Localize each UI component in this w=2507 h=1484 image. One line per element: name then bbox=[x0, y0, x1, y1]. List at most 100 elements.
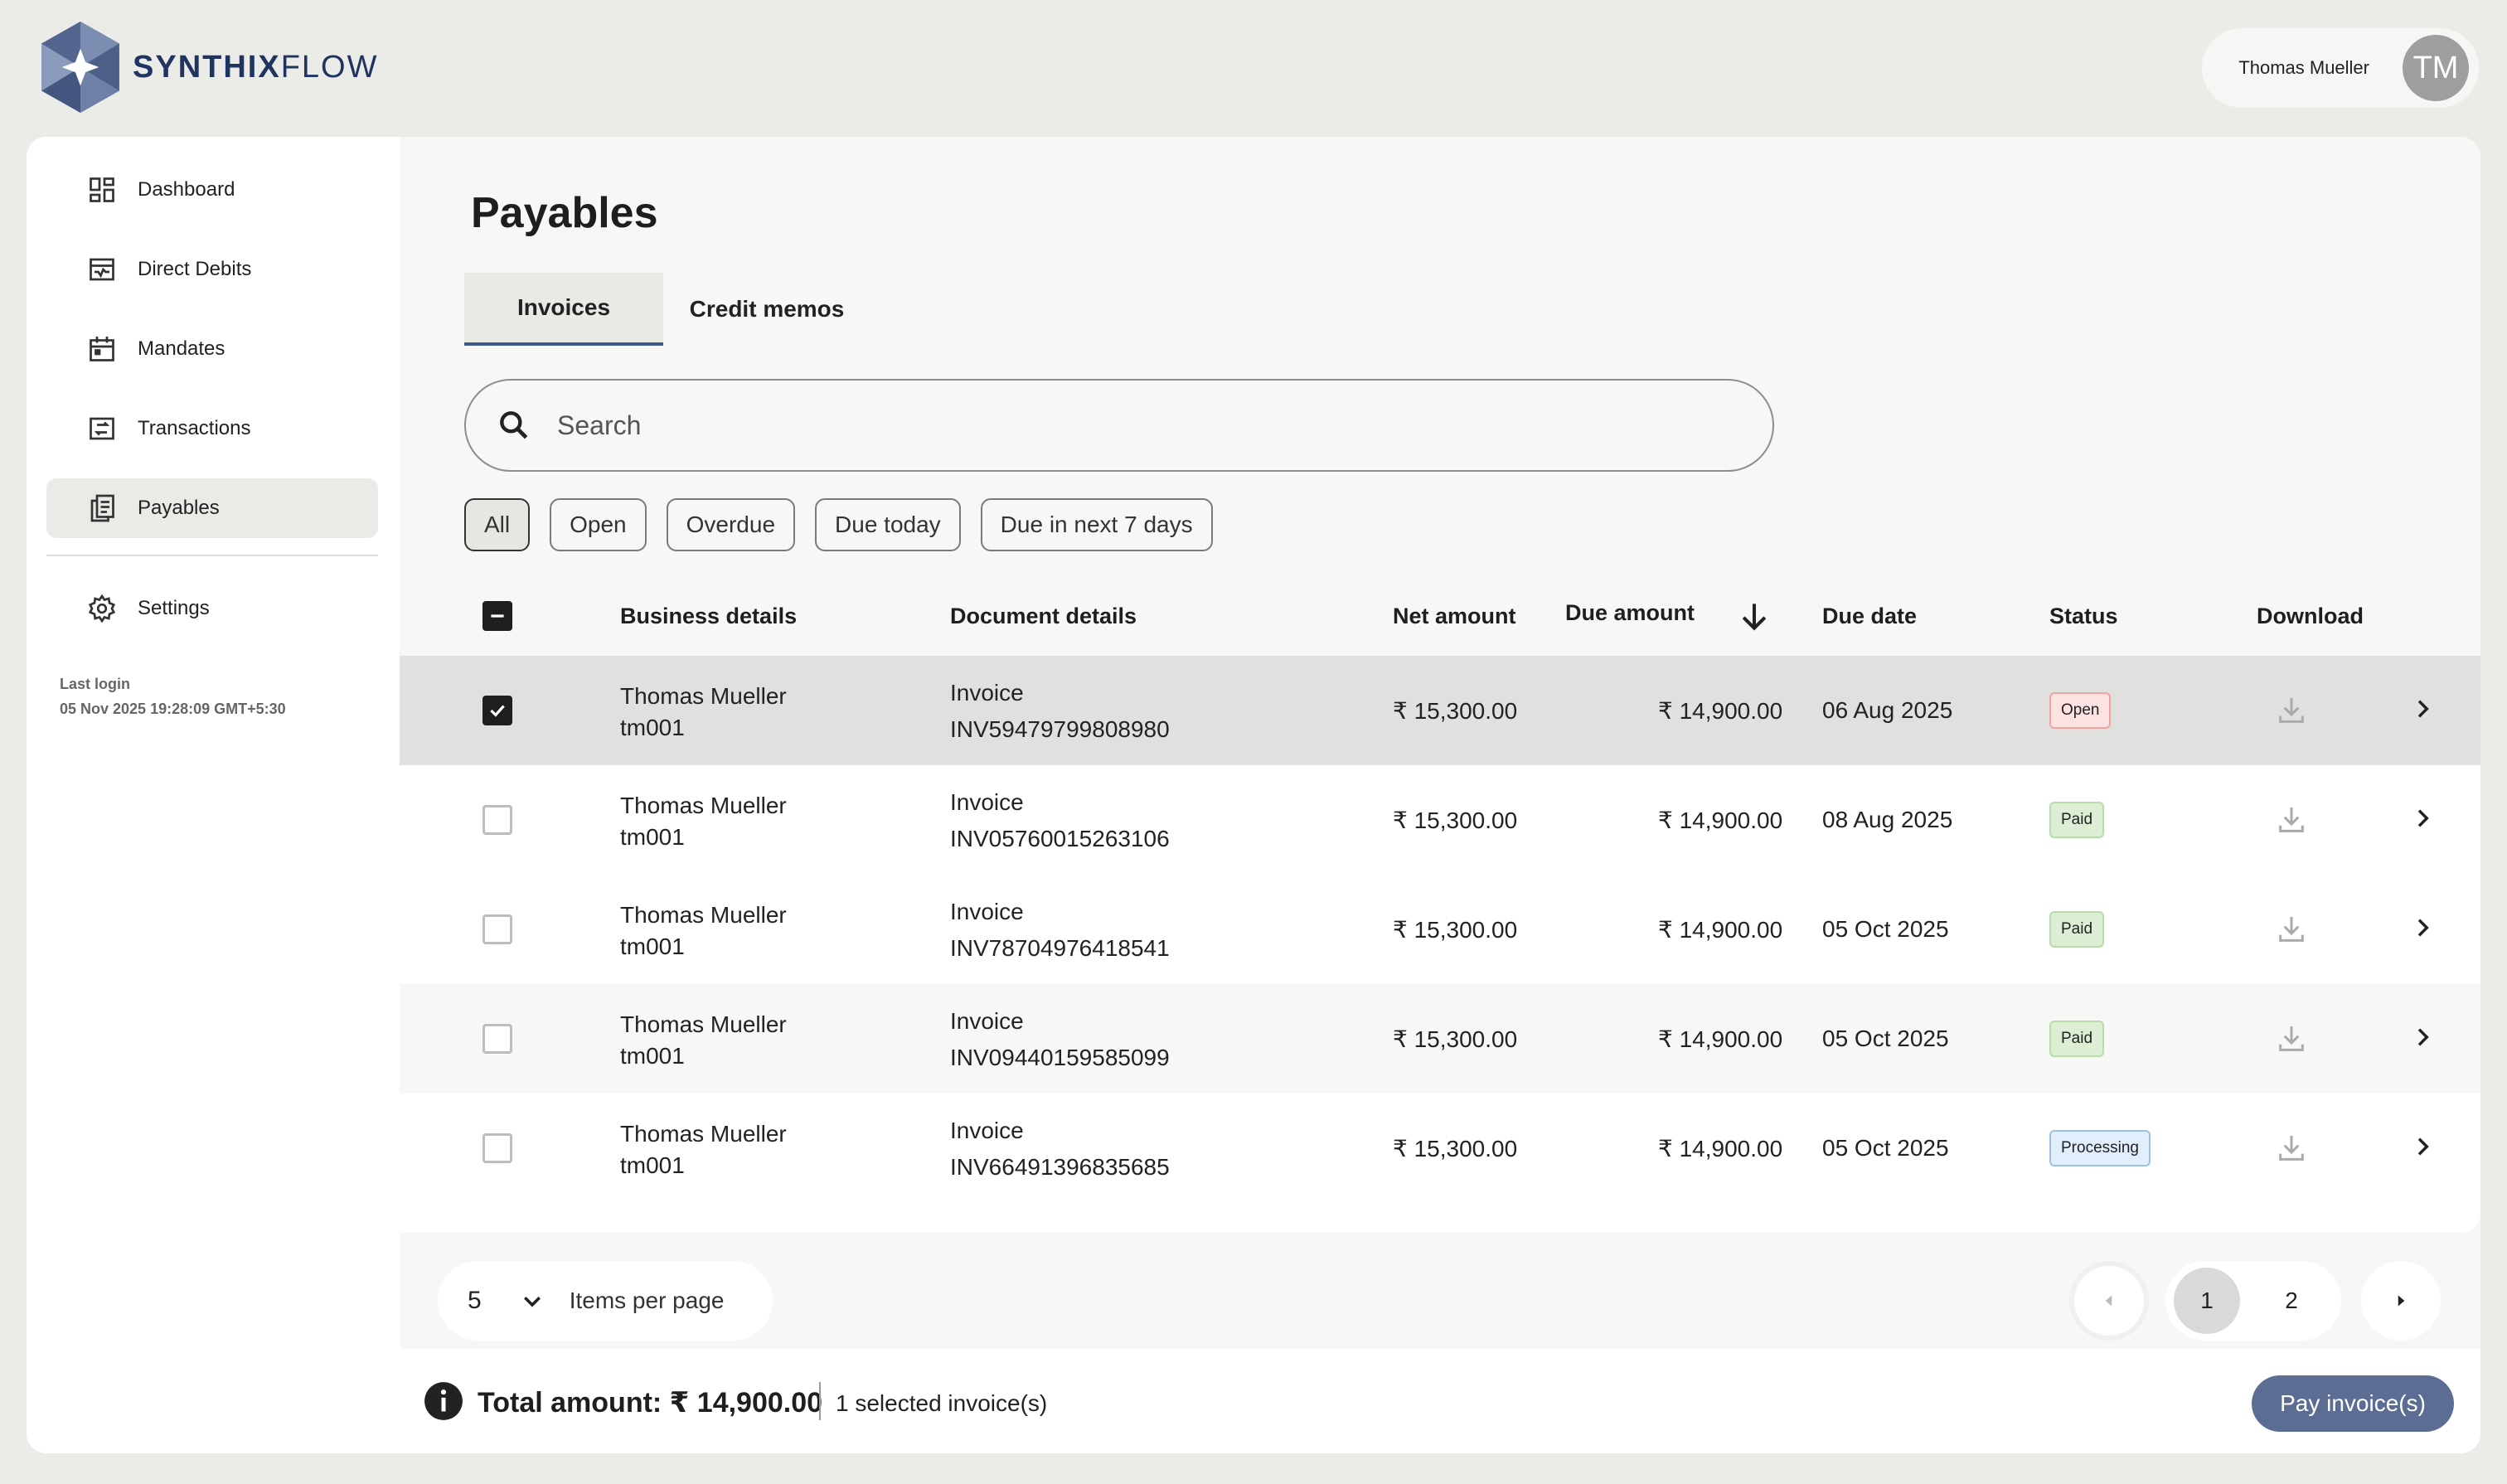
selected-count: 1 selected invoice(s) bbox=[836, 1390, 1048, 1416]
user-name: Thomas Mueller bbox=[2238, 57, 2369, 78]
main-panel: Payables Invoices Credit memos All Open … bbox=[400, 137, 2480, 1453]
next-page-button[interactable] bbox=[2361, 1261, 2441, 1341]
filter-all[interactable]: All bbox=[464, 498, 531, 551]
download-icon[interactable] bbox=[2275, 803, 2308, 837]
download-icon[interactable] bbox=[2275, 694, 2308, 727]
info-icon bbox=[424, 1382, 463, 1420]
last-login: Last login 05 Nov 2025 19:28:09 GMT+5:30 bbox=[60, 672, 286, 721]
user-menu[interactable]: Thomas Mueller TM bbox=[2202, 28, 2479, 108]
filter-open[interactable]: Open bbox=[550, 498, 647, 551]
caret-left-icon bbox=[2105, 1295, 2112, 1307]
status-badge: Paid bbox=[2049, 911, 2105, 948]
search-icon bbox=[500, 411, 528, 439]
chevron-right-icon[interactable] bbox=[2409, 914, 2436, 941]
due-amount: ₹ 14,900.00 bbox=[1658, 1026, 1783, 1052]
tab-credit-memos[interactable]: Credit memos bbox=[663, 273, 870, 346]
header-download: Download bbox=[2257, 603, 2364, 628]
sidebar-item-label: Transactions bbox=[138, 417, 251, 439]
search-input[interactable] bbox=[557, 410, 1718, 441]
tab-bar: Invoices Credit memos bbox=[464, 273, 870, 346]
business-details: Thomas Mueller tm001 bbox=[620, 1121, 787, 1178]
selection-footer: Total amount: ₹ 14,900.00 1 selected inv… bbox=[400, 1349, 2480, 1453]
row-checkbox[interactable] bbox=[482, 914, 512, 944]
search-bar[interactable] bbox=[464, 379, 1774, 472]
invoice-table: Thomas Mueller tm001 Invoice INV5947979980… bbox=[400, 656, 2480, 1233]
tab-invoices[interactable]: Invoices bbox=[464, 273, 663, 346]
filter-due-next-7-days[interactable]: Due in next 7 days bbox=[980, 498, 1213, 551]
table-row[interactable]: Thomas Mueller tm001 Invoice INV7870497641… bbox=[400, 875, 2480, 984]
sidebar: Dashboard Direct Debits Mandates Transac… bbox=[27, 137, 400, 1453]
row-checkbox[interactable] bbox=[482, 696, 512, 725]
net-amount: ₹ 15,300.00 bbox=[1393, 1026, 1518, 1052]
row-checkbox[interactable] bbox=[482, 805, 512, 835]
download-icon[interactable] bbox=[2275, 913, 2308, 946]
page-2-button[interactable]: 2 bbox=[2258, 1268, 2325, 1334]
chevron-right-icon[interactable] bbox=[2409, 805, 2436, 832]
table-row[interactable]: Thomas Mueller tm001 Invoice INV0576001526… bbox=[400, 765, 2480, 875]
sidebar-item-direct-debits[interactable]: Direct Debits bbox=[46, 240, 378, 299]
brand-logo[interactable]: SYNTHIXFLOW bbox=[38, 20, 378, 114]
document-details: Invoice INV66491396835685 bbox=[950, 1118, 1170, 1180]
header-business-details: Business details bbox=[620, 603, 798, 628]
sort-arrow-down-icon[interactable] bbox=[1736, 598, 1772, 634]
caret-right-icon bbox=[2398, 1295, 2405, 1307]
sidebar-item-dashboard[interactable]: Dashboard bbox=[46, 160, 378, 220]
row-checkbox[interactable] bbox=[482, 1133, 512, 1163]
due-amount: ₹ 14,900.00 bbox=[1658, 1136, 1783, 1161]
document-details: Invoice INV78704976418541 bbox=[950, 899, 1170, 961]
chevron-right-icon[interactable] bbox=[2409, 696, 2436, 722]
chevron-right-icon[interactable] bbox=[2409, 1024, 2436, 1050]
download-icon[interactable] bbox=[2275, 1022, 2308, 1055]
sidebar-item-settings[interactable]: Settings bbox=[46, 579, 378, 638]
prev-page-button[interactable] bbox=[2069, 1261, 2149, 1341]
download-icon[interactable] bbox=[2275, 1132, 2308, 1165]
page-1-button[interactable]: 1 bbox=[2174, 1268, 2240, 1334]
net-amount: ₹ 15,300.00 bbox=[1393, 698, 1518, 724]
select-all-checkbox[interactable] bbox=[482, 601, 512, 631]
table-row[interactable]: Thomas Mueller tm001 Invoice INV5947979980… bbox=[400, 656, 2480, 765]
items-per-page-value: 5 bbox=[468, 1287, 482, 1314]
chevron-right-icon[interactable] bbox=[2409, 1133, 2436, 1160]
pay-invoices-button[interactable]: Pay invoice(s) bbox=[2252, 1375, 2454, 1432]
header-document-details: Document details bbox=[950, 603, 1137, 628]
due-amount: ₹ 14,900.00 bbox=[1658, 698, 1783, 724]
filter-overdue[interactable]: Overdue bbox=[666, 498, 796, 551]
sidebar-item-mandates[interactable]: Mandates bbox=[46, 319, 378, 379]
header-due-date[interactable]: Due date bbox=[1822, 576, 1917, 656]
filter-due-today[interactable]: Due today bbox=[815, 498, 961, 551]
table-row[interactable]: Thomas Mueller tm001 Invoice INV0944015958… bbox=[400, 984, 2480, 1094]
header-due-amount[interactable]: Due amount bbox=[1565, 573, 1695, 652]
sidebar-item-transactions[interactable]: Transactions bbox=[46, 399, 378, 458]
documents-icon bbox=[86, 492, 118, 524]
sidebar-item-label: Mandates bbox=[138, 337, 225, 360]
table-header: Business details Document details Net am… bbox=[400, 576, 2480, 656]
due-amount: ₹ 14,900.00 bbox=[1658, 917, 1783, 943]
last-login-value: 05 Nov 2025 19:28:09 GMT+5:30 bbox=[60, 701, 286, 717]
transfer-icon bbox=[86, 413, 118, 444]
header-status: Status bbox=[2049, 603, 2118, 628]
header-net-amount[interactable]: Net amount bbox=[1393, 576, 1516, 656]
sidebar-item-label: Settings bbox=[138, 597, 210, 619]
document-details: Invoice INV09440159585099 bbox=[950, 1008, 1170, 1070]
logo-mark-icon bbox=[41, 22, 119, 113]
row-checkbox[interactable] bbox=[482, 1024, 512, 1054]
business-details: Thomas Mueller tm001 bbox=[620, 1011, 787, 1069]
total-amount: Total amount: ₹ 14,900.00 bbox=[478, 1387, 823, 1419]
sidebar-item-label: Direct Debits bbox=[138, 258, 252, 280]
document-details: Invoice INV05760015263106 bbox=[950, 789, 1170, 851]
table-row[interactable]: Thomas Mueller tm001 Invoice INV6649139683… bbox=[400, 1094, 2480, 1203]
due-date: 06 Aug 2025 bbox=[1822, 697, 1953, 723]
status-badge: Processing bbox=[2049, 1130, 2151, 1166]
status-badge: Paid bbox=[2049, 802, 2105, 838]
sidebar-divider bbox=[46, 555, 378, 556]
business-details: Thomas Mueller tm001 bbox=[620, 902, 787, 959]
due-date: 05 Oct 2025 bbox=[1822, 1026, 1949, 1051]
gear-icon bbox=[86, 593, 118, 624]
items-per-page-select[interactable]: 5 Items per page bbox=[438, 1261, 773, 1341]
business-details: Thomas Mueller tm001 bbox=[620, 793, 787, 850]
chevron-down-icon[interactable] bbox=[520, 1288, 545, 1313]
business-details: Thomas Mueller tm001 bbox=[620, 683, 787, 740]
avatar[interactable]: TM bbox=[2403, 35, 2469, 101]
sidebar-item-payables[interactable]: Payables bbox=[46, 478, 378, 538]
calendar-icon bbox=[86, 333, 118, 365]
